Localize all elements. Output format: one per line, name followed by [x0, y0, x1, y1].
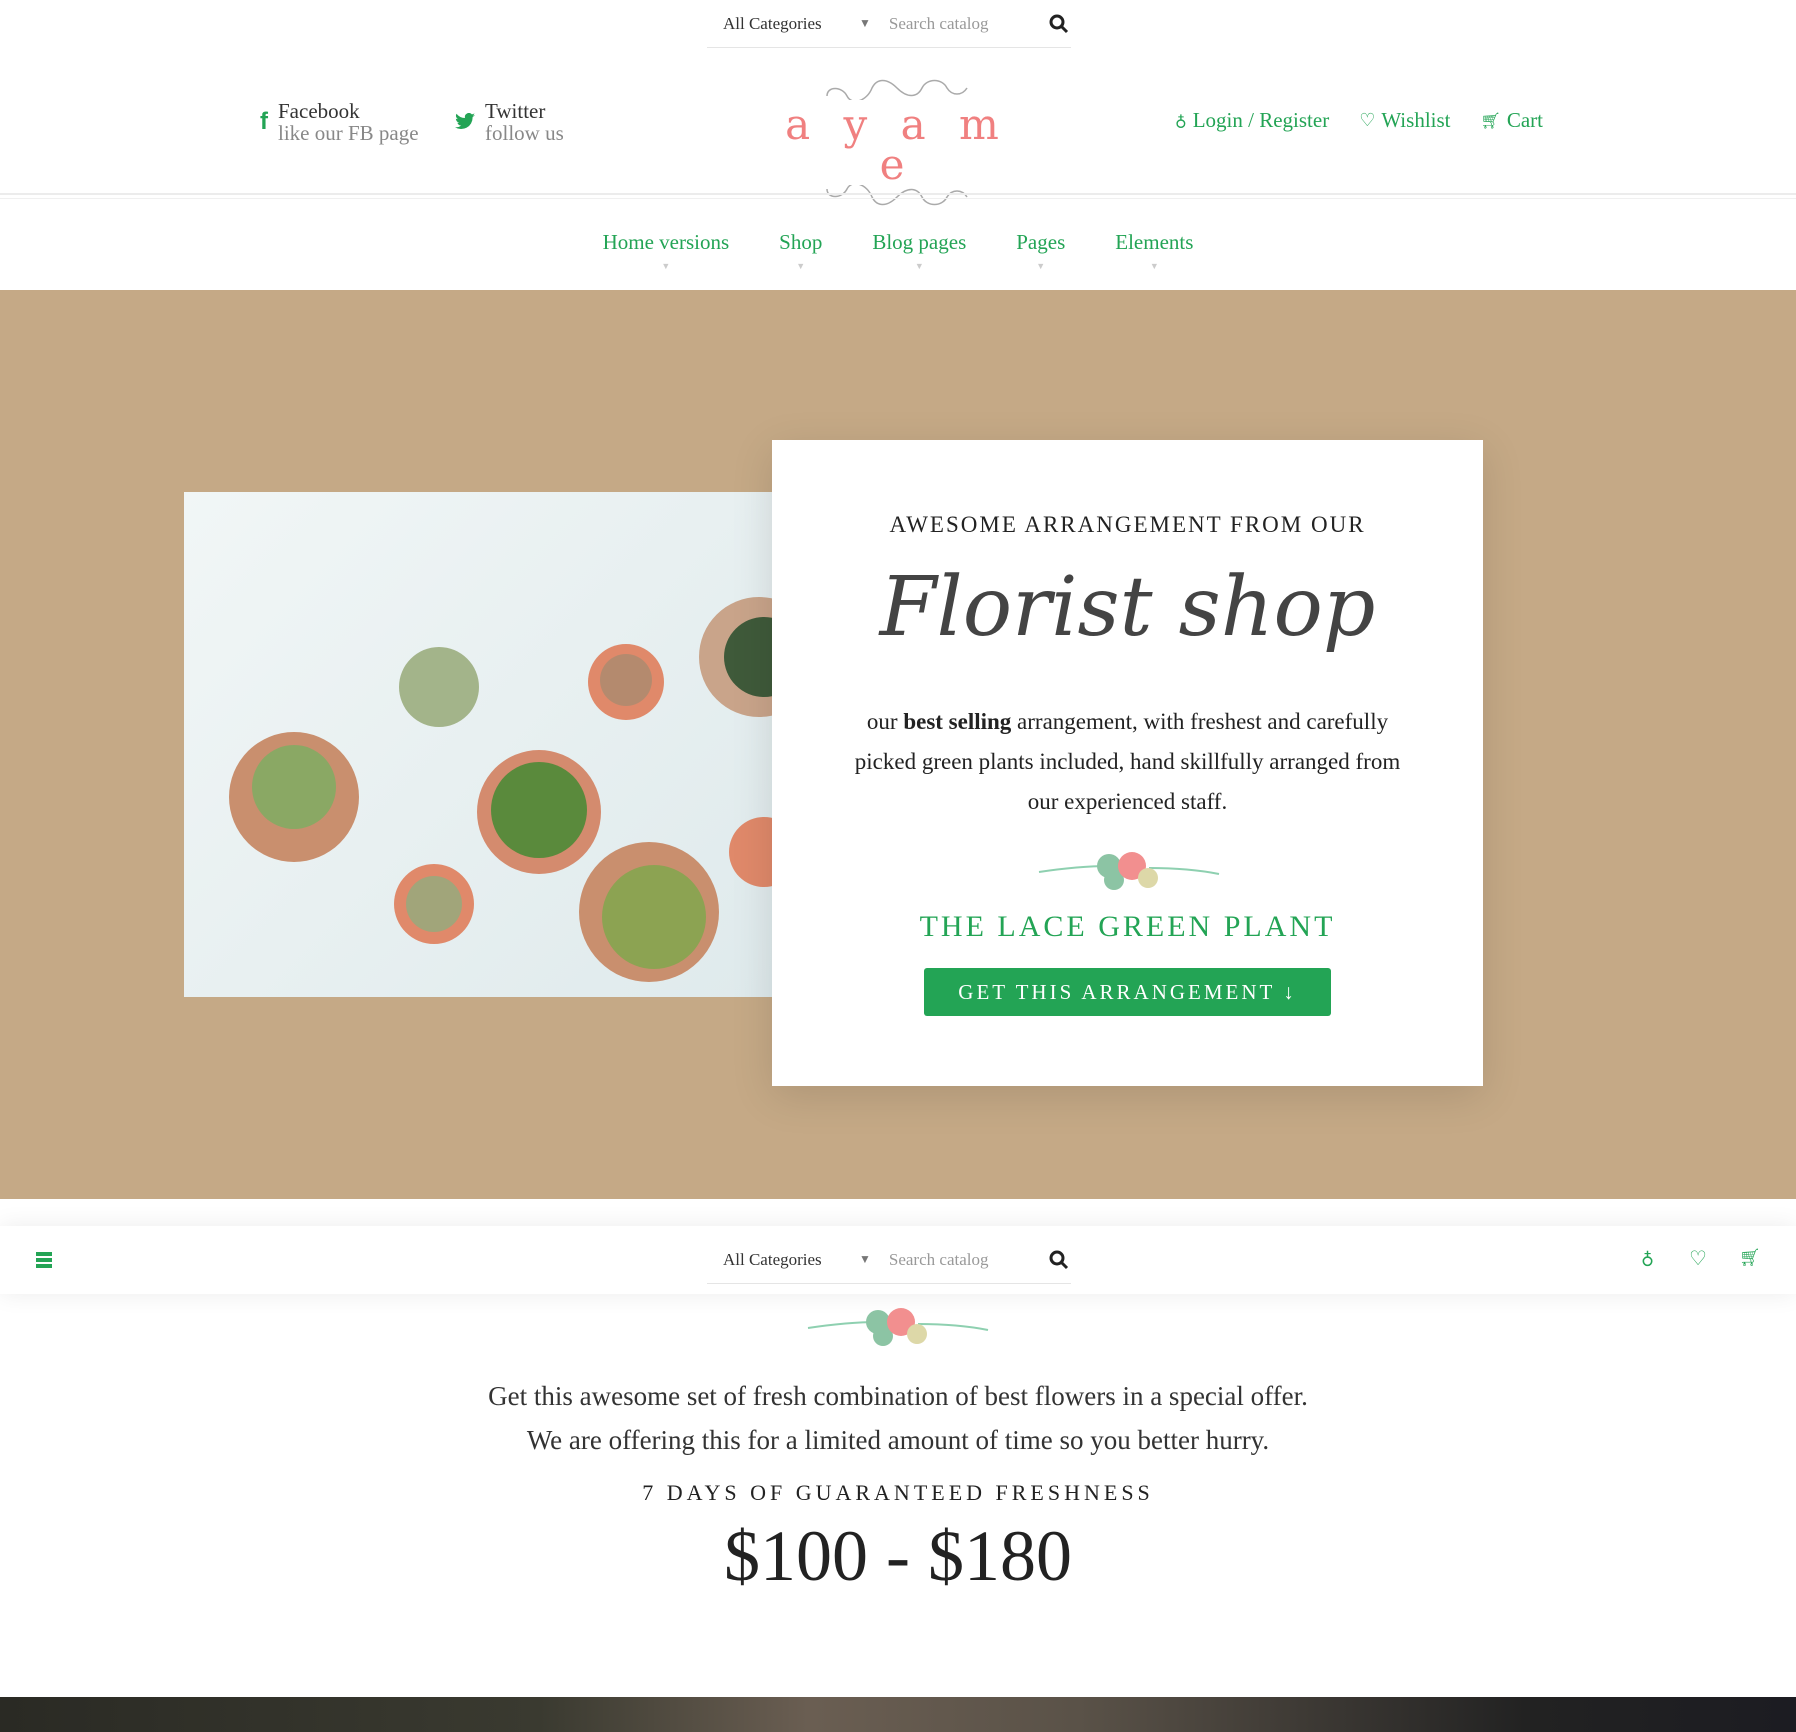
caret-down-icon[interactable]: ▼ — [859, 16, 871, 31]
caret-down-icon[interactable]: ▼ — [859, 1252, 871, 1267]
floral-divider-icon — [1038, 852, 1220, 890]
divider — [0, 198, 1796, 199]
succulents-photo — [184, 492, 772, 997]
login-label: Login / Register — [1192, 108, 1330, 132]
logo-text: a y a m e — [785, 100, 1009, 189]
nav-blog-pages[interactable]: Blog pages ▼ — [872, 230, 966, 271]
category-select[interactable]: All Categories — [723, 14, 859, 34]
twitter-label: Twitter — [485, 99, 546, 123]
offer-text: Get this awesome set of fresh combinatio… — [488, 1381, 1308, 1455]
twitter-link[interactable]: Twitter follow us — [455, 100, 564, 144]
cart-label: Cart — [1506, 108, 1543, 132]
freshness-label: 7 DAYS OF GUARANTEED FRESHNESS — [642, 1480, 1154, 1505]
divider — [0, 193, 1796, 195]
sticky-header: All Categories ▼ Search catalog ♁ ♡ 🛒︎ — [0, 1226, 1796, 1294]
nav-elements[interactable]: Elements ▼ — [1115, 230, 1193, 271]
chevron-down-icon: ▼ — [1036, 261, 1046, 271]
chevron-down-icon: ▼ — [796, 261, 806, 271]
cart-icon[interactable]: 🛒︎ — [1739, 1248, 1761, 1268]
cart-link[interactable]: 🛒︎ Cart — [1481, 108, 1543, 133]
logo-ornament-bottom — [826, 182, 968, 206]
wishlist-label: Wishlist — [1381, 108, 1451, 132]
price-range: $100 - $180 — [724, 1516, 1072, 1596]
search-input[interactable]: Search catalog — [889, 14, 1047, 34]
floral-divider-icon — [807, 1308, 989, 1346]
hero-card: AWESOME ARRANGEMENT FROM OUR Florist sho… — [772, 440, 1483, 1086]
facebook-sub: like our FB page — [278, 121, 419, 145]
nav-home-versions[interactable]: Home versions ▼ — [603, 230, 730, 271]
main-nav: Home versions ▼ Shop ▼ Blog pages ▼ Pages ▼ … — [0, 230, 1796, 271]
hero-kicker: AWESOME ARRANGEMENT FROM OUR — [889, 512, 1366, 537]
cart-icon: 🛒︎ — [1480, 112, 1501, 130]
logo[interactable]: a y a m e — [777, 76, 1017, 206]
hamburger-menu-icon[interactable] — [36, 1252, 52, 1268]
account-links: ♁ Login / Register ♡ Wishlist 🛒︎ Cart — [1175, 108, 1543, 133]
chevron-down-icon: ▼ — [661, 261, 671, 271]
footer-banner-image — [0, 1697, 1796, 1732]
search-input[interactable]: Search catalog — [889, 1250, 1047, 1270]
hero-script-title: Florist shop — [879, 560, 1376, 655]
nav-shop[interactable]: Shop ▼ — [779, 230, 822, 271]
chevron-down-icon: ▼ — [1149, 261, 1159, 271]
user-icon: ♁ — [1175, 112, 1187, 130]
search-icon[interactable] — [1047, 1248, 1071, 1272]
logo-ornament-top — [826, 79, 968, 103]
category-select[interactable]: All Categories — [723, 1250, 859, 1270]
heart-icon[interactable]: ♡ — [1689, 1246, 1707, 1271]
search-icon[interactable] — [1047, 12, 1071, 36]
chevron-down-icon: ▼ — [914, 261, 924, 271]
facebook-icon: f — [260, 108, 268, 135]
facebook-link[interactable]: f Facebook like our FB page — [260, 100, 419, 144]
nav-pages[interactable]: Pages ▼ — [1016, 230, 1065, 271]
wishlist-link[interactable]: ♡ Wishlist — [1359, 108, 1450, 133]
sticky-search-bar: All Categories ▼ Search catalog — [707, 1236, 1071, 1284]
top-search-bar: All Categories ▼ Search catalog — [707, 0, 1071, 48]
twitter-sub: follow us — [485, 121, 564, 145]
hero-description: our best selling arrangement, with fresh… — [854, 709, 1401, 814]
user-icon[interactable]: ♁ — [1641, 1248, 1654, 1269]
heart-icon: ♡ — [1359, 110, 1376, 130]
login-register-link[interactable]: ♁ Login / Register — [1175, 108, 1329, 133]
twitter-icon — [455, 113, 475, 130]
product-name: THE LACE GREEN PLANT — [919, 910, 1336, 943]
facebook-label: Facebook — [278, 99, 360, 123]
get-arrangement-button[interactable]: GET THIS ARRANGEMENT ↓ — [924, 968, 1331, 1016]
